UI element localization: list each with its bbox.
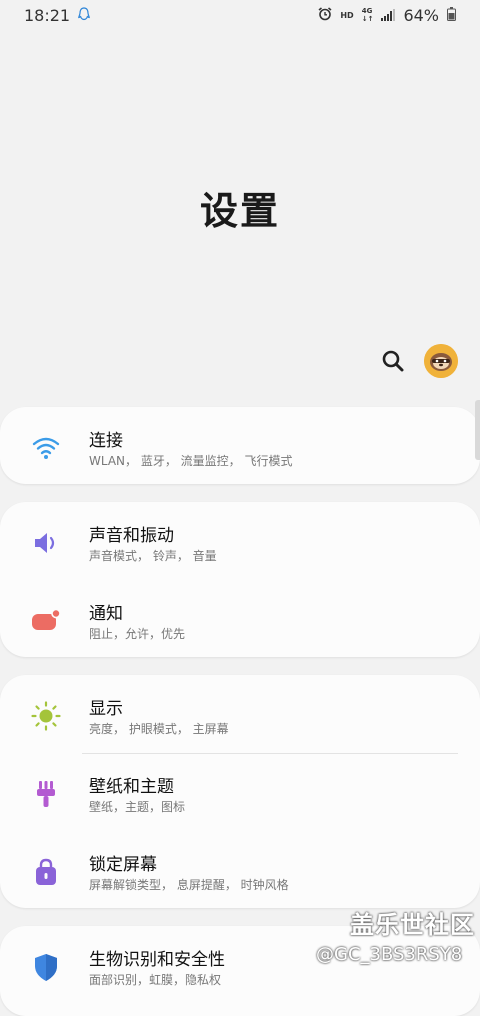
network-type: 4G ↓↑ xyxy=(361,7,374,23)
qq-notification-icon xyxy=(78,6,90,25)
notification-icon xyxy=(32,608,61,630)
edge-panel-handle[interactable] xyxy=(475,400,480,460)
settings-item-description: 屏幕解锁类型， 息屏提醒， 时钟风格 xyxy=(89,878,289,892)
sound-icon xyxy=(35,533,55,553)
status-bar: 18:21 HD 4G ↓↑ 64% xyxy=(0,0,480,30)
settings-item-description: 壁纸，主题，图标 xyxy=(89,800,186,814)
brush-icon xyxy=(37,781,55,807)
page-title: 设置 xyxy=(199,189,280,233)
shield-icon xyxy=(35,954,57,981)
settings-item-description: 阻止，允许，优先 xyxy=(89,627,186,641)
settings-group-sound-notifications: 声音和振动 声音模式， 铃声， 音量 通知 阻止，允许，优先 xyxy=(0,502,480,657)
settings-item-description: 面部识别，虹膜，隐私权 xyxy=(89,973,222,987)
settings-item-description: WLAN， 蓝牙， 流量监控， 飞行模式 xyxy=(89,454,293,468)
search-button[interactable] xyxy=(378,346,408,376)
settings-item-description: 声音模式， 铃声， 音量 xyxy=(89,549,217,563)
settings-item-sound[interactable]: 声音和振动 声音模式， 铃声， 音量 xyxy=(0,502,480,580)
settings-item-label: 生物识别和安全性 xyxy=(89,950,225,970)
search-icon xyxy=(382,350,404,372)
settings-item-display[interactable]: 显示 亮度， 护眼模式， 主屏幕 xyxy=(0,675,480,753)
settings-group-connections: 连接 WLAN， 蓝牙， 流量监控， 飞行模式 xyxy=(0,407,480,484)
settings-group-display: 显示 亮度， 护眼模式， 主屏幕 壁纸和主题 壁纸，主题，图标 锁定屏幕 屏幕解… xyxy=(0,675,480,908)
status-time: 18:21 xyxy=(24,5,71,25)
battery-icon xyxy=(447,6,456,25)
settings-item-label: 声音和振动 xyxy=(89,526,174,546)
settings-item-label: 显示 xyxy=(89,699,123,719)
settings-item-description: 亮度， 护眼模式， 主屏幕 xyxy=(89,722,229,736)
settings-item-notifications[interactable]: 通知 阻止，允许，优先 xyxy=(0,580,480,658)
alarm-icon xyxy=(318,6,332,25)
settings-item-label: 连接 xyxy=(89,431,123,451)
settings-item-label: 锁定屏幕 xyxy=(89,855,157,875)
sloth-avatar-icon xyxy=(424,344,458,378)
lock-icon xyxy=(36,858,56,885)
hd-indicator: HD xyxy=(340,10,354,20)
watermark-title: 盖乐世社区 xyxy=(350,911,475,939)
settings-item-wallpaper-themes[interactable]: 壁纸和主题 壁纸，主题，图标 xyxy=(0,753,480,831)
brightness-icon xyxy=(31,701,61,731)
wifi-icon xyxy=(32,437,60,459)
settings-item-label: 壁纸和主题 xyxy=(89,777,174,797)
avatar[interactable] xyxy=(424,344,458,378)
signal-icon xyxy=(381,6,396,25)
settings-item-connections[interactable]: 连接 WLAN， 蓝牙， 流量监控， 飞行模式 xyxy=(0,407,480,485)
settings-item-label: 通知 xyxy=(89,604,123,624)
settings-item-lock-screen[interactable]: 锁定屏幕 屏幕解锁类型， 息屏提醒， 时钟风格 xyxy=(0,831,480,909)
watermark-user: @GC_3BS3RSY8 xyxy=(316,944,463,965)
battery-percent: 64% xyxy=(403,5,439,25)
